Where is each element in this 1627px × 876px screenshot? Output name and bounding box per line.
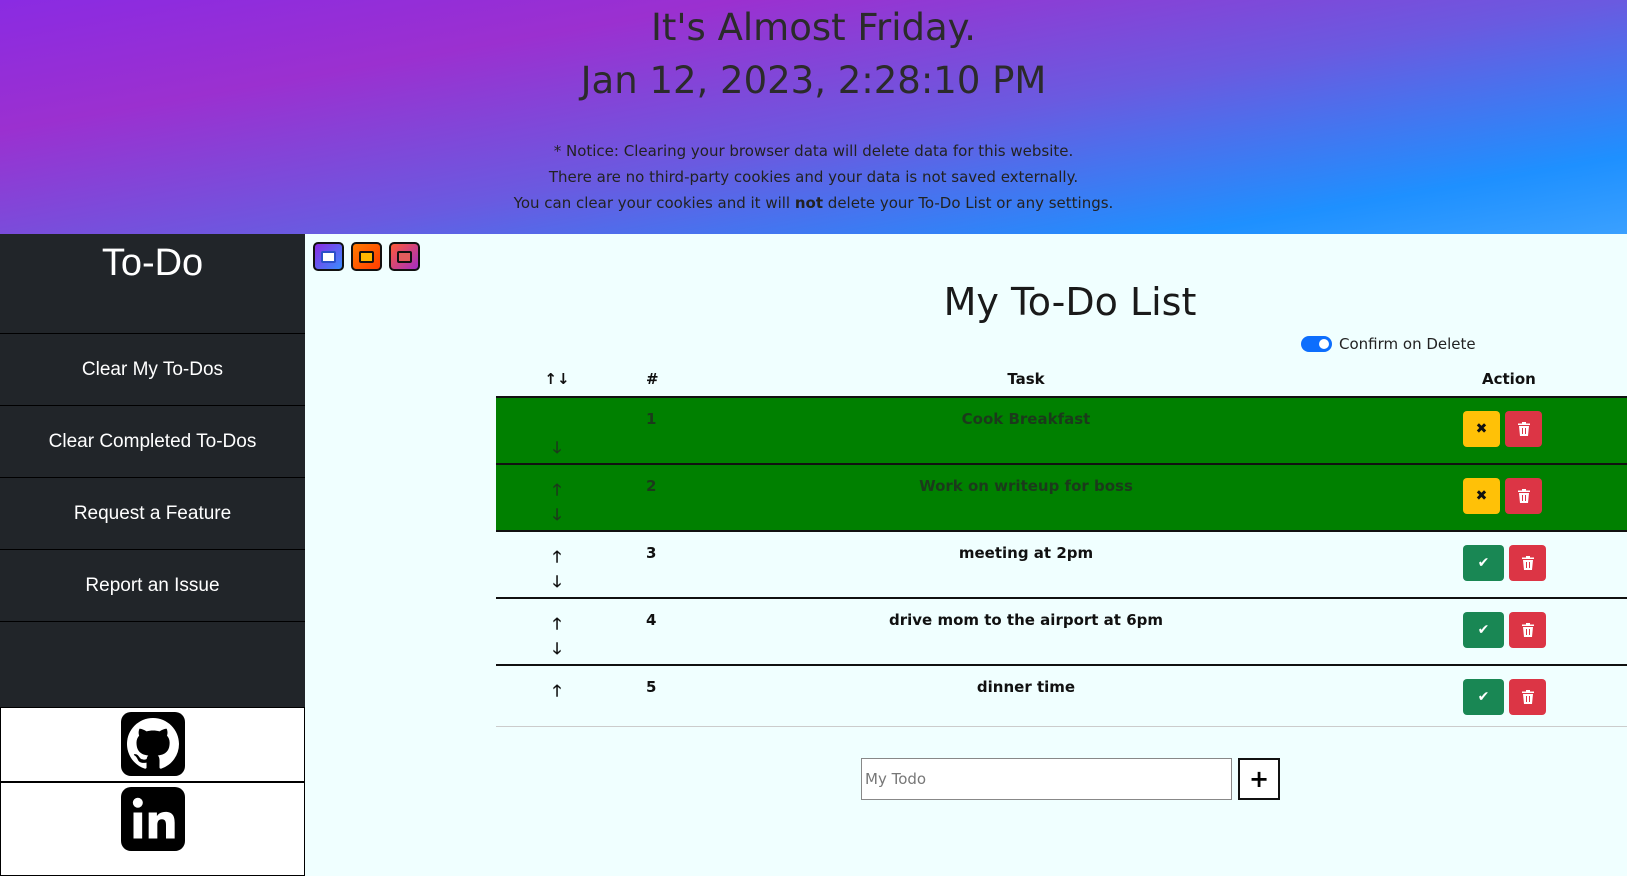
table-header: ↑↓ # Task Action: [496, 362, 1627, 396]
header-banner: It's Almost Friday. Jan 12, 2023, 2:28:1…: [0, 0, 1627, 234]
table-row: 🡑 🡓 2 Work on writeup for boss ✖: [496, 463, 1627, 530]
clear-completed-button[interactable]: Clear Completed To-Dos: [0, 406, 305, 478]
row-number: 5: [646, 678, 657, 696]
mark-incomplete-button[interactable]: ✖: [1463, 411, 1500, 447]
theme-purple-blue-button[interactable]: [313, 242, 344, 271]
row-number: 4: [646, 611, 657, 629]
add-todo-button[interactable]: +: [1238, 758, 1280, 800]
todo-table: ↑↓ # Task Action 🡓 1 Cook Breakfast ✖ 🡑 …: [496, 362, 1627, 727]
page-heading: It's Almost Friday.: [650, 6, 977, 49]
row-number: 3: [646, 544, 657, 562]
move-up-icon[interactable]: 🡑: [546, 546, 568, 571]
current-datetime: Jan 12, 2023, 2:28:10 PM: [580, 59, 1047, 102]
github-icon[interactable]: [120, 712, 185, 776]
trash-icon: [1517, 422, 1530, 436]
x-icon: ✖: [1475, 488, 1488, 504]
task-text: meeting at 2pm: [958, 544, 1094, 562]
mark-complete-button[interactable]: ✔: [1463, 679, 1504, 715]
mark-complete-button[interactable]: ✔: [1463, 612, 1504, 648]
trash-icon: [1521, 690, 1534, 704]
check-icon: ✔: [1477, 689, 1490, 705]
mark-complete-button[interactable]: ✔: [1463, 545, 1504, 581]
linkedin-icon[interactable]: [120, 787, 185, 851]
action-header: Action: [1482, 370, 1536, 388]
delete-button[interactable]: [1509, 679, 1546, 715]
toggle-switch[interactable]: [1301, 336, 1332, 352]
window-icon: [321, 250, 336, 263]
github-link[interactable]: [0, 707, 305, 782]
theme-switcher: [313, 242, 420, 271]
theme-sunset-button[interactable]: [389, 242, 420, 271]
move-up-icon[interactable]: 🡑: [546, 479, 568, 504]
table-divider: [496, 726, 1627, 727]
task-text: Cook Breakfast: [961, 410, 1091, 428]
trash-icon: [1521, 623, 1534, 637]
table-row: 🡑 5 dinner time ✔: [496, 664, 1627, 726]
check-icon: ✔: [1477, 622, 1490, 638]
move-up-icon[interactable]: 🡑: [546, 680, 568, 705]
x-icon: ✖: [1475, 421, 1488, 437]
trash-icon: [1517, 489, 1530, 503]
task-text: Work on writeup for boss: [919, 477, 1133, 495]
theme-orange-button[interactable]: [351, 242, 382, 271]
table-row: 🡑 🡓 4 drive mom to the airport at 6pm ✔: [496, 597, 1627, 664]
todo-input[interactable]: [861, 758, 1232, 800]
delete-button[interactable]: [1505, 411, 1542, 447]
window-icon: [359, 250, 374, 263]
task-text: drive mom to the airport at 6pm: [889, 611, 1163, 629]
confirm-delete-toggle[interactable]: Confirm on Delete: [1301, 335, 1476, 353]
add-todo-form: +: [861, 758, 1280, 800]
window-icon: [397, 250, 412, 263]
check-icon: ✔: [1477, 555, 1490, 571]
delete-button[interactable]: [1505, 478, 1542, 514]
move-down-icon[interactable]: 🡓: [546, 504, 568, 529]
delete-button[interactable]: [1509, 545, 1546, 581]
notice-line-2: There are no third-party cookies and you…: [548, 168, 1079, 186]
confirm-delete-label: Confirm on Delete: [1339, 335, 1476, 353]
linkedin-link[interactable]: [0, 782, 305, 876]
move-down-icon[interactable]: 🡓: [546, 638, 568, 663]
notice-line-1: * Notice: Clearing your browser data wil…: [553, 142, 1074, 160]
move-up-icon[interactable]: 🡑: [546, 613, 568, 638]
task-text: dinner time: [976, 678, 1076, 696]
mark-incomplete-button[interactable]: ✖: [1463, 478, 1500, 514]
sidebar: To-Do Clear My To-Dos Clear Completed To…: [0, 234, 305, 876]
privacy-notice: * Notice: Clearing your browser data wil…: [0, 138, 1627, 216]
sidebar-brand: To-Do: [0, 234, 305, 334]
row-number: 2: [646, 477, 657, 495]
list-title: My To-Do List: [943, 280, 1197, 324]
trash-icon: [1521, 556, 1534, 570]
move-down-icon[interactable]: 🡓: [546, 437, 568, 462]
row-number: 1: [646, 410, 657, 428]
table-row: 🡑 🡓 3 meeting at 2pm ✔: [496, 530, 1627, 597]
delete-button[interactable]: [1509, 612, 1546, 648]
clear-todos-button[interactable]: Clear My To-Dos: [0, 334, 305, 406]
task-header: Task: [1007, 370, 1045, 388]
number-header: #: [646, 370, 659, 388]
report-issue-link[interactable]: Report an Issue: [0, 550, 305, 622]
move-down-icon[interactable]: 🡓: [546, 571, 568, 596]
reorder-header: ↑↓: [544, 370, 570, 388]
notice-line-3: You can clear your cookies and it will n…: [513, 194, 1114, 212]
table-row: 🡓 1 Cook Breakfast ✖: [496, 396, 1627, 463]
request-feature-link[interactable]: Request a Feature: [0, 478, 305, 550]
